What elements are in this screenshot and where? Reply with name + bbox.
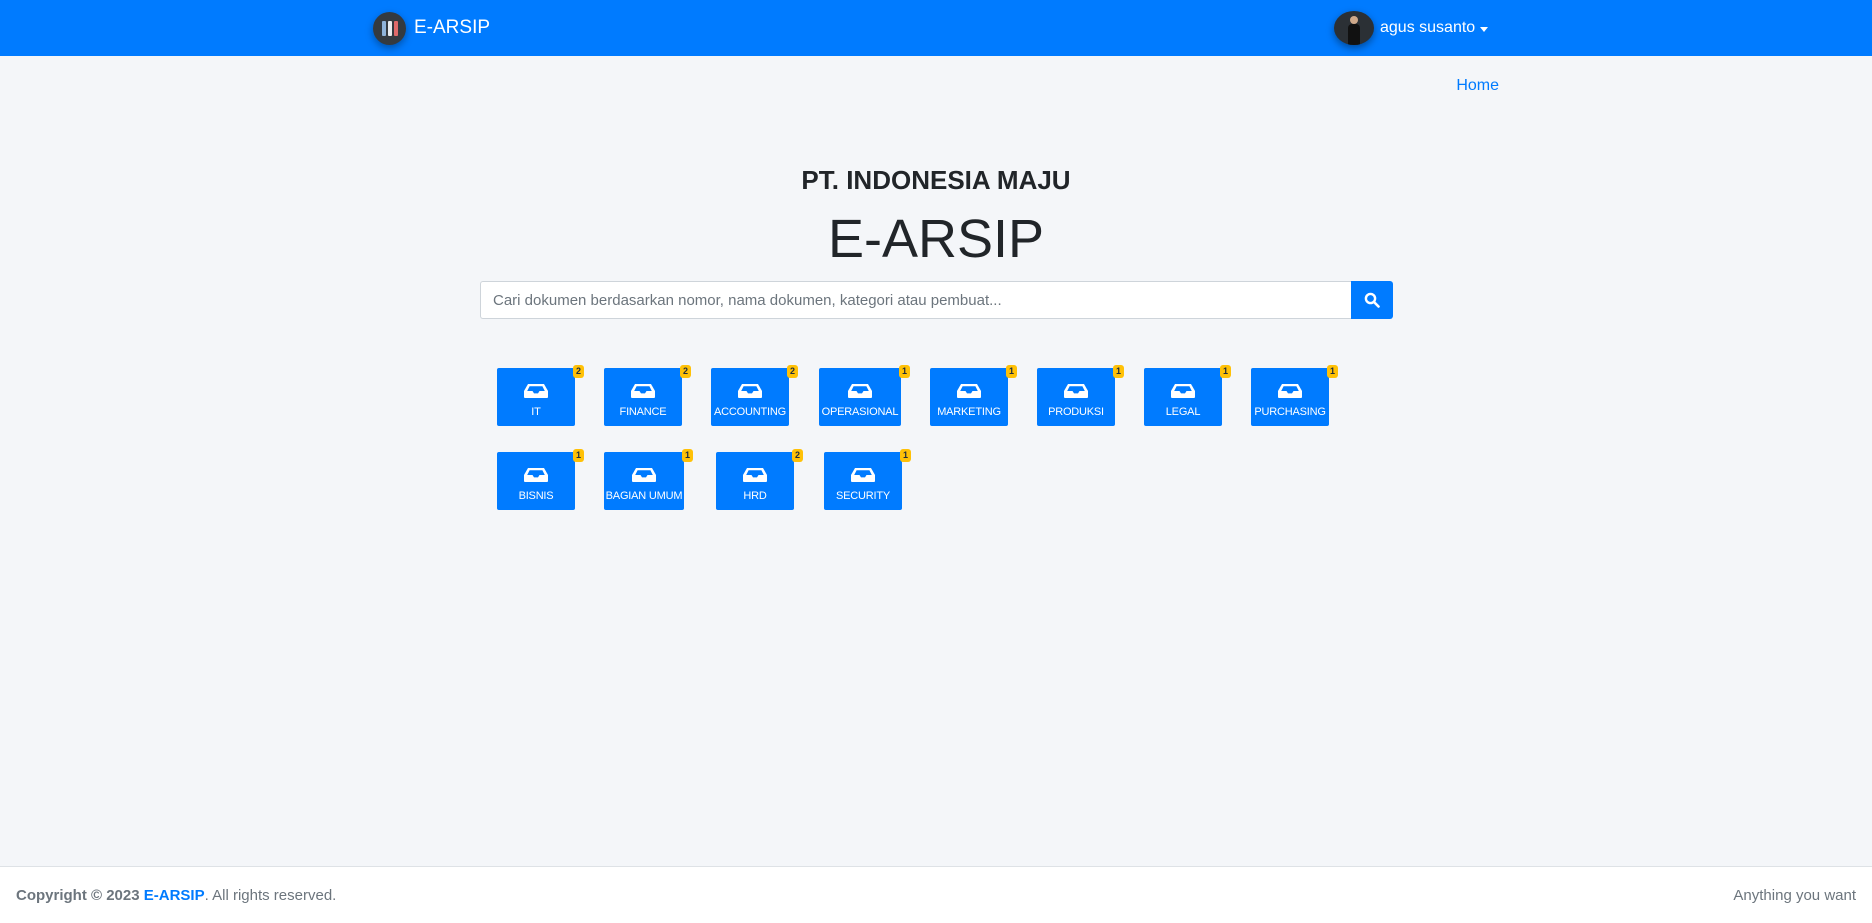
inbox-tray-icon (957, 384, 981, 398)
footer: Copyright © 2023 E-ARSIP. All rights res… (0, 866, 1872, 923)
count-badge: 2 (792, 449, 803, 462)
category-tile[interactable]: BAGIAN UMUM 1 (604, 449, 693, 510)
search-form (480, 281, 1393, 319)
caret-down-icon (1480, 26, 1489, 32)
category-tile[interactable]: PURCHASING 1 (1251, 365, 1338, 426)
category-label: HRD (743, 490, 767, 502)
category-tile[interactable]: OPERASIONAL 1 (819, 365, 910, 426)
search-input[interactable] (480, 281, 1351, 319)
count-badge: 2 (573, 365, 584, 378)
count-badge: 1 (1006, 365, 1017, 378)
count-badge: 1 (900, 449, 911, 462)
category-tile[interactable]: BISNIS 1 (497, 449, 584, 510)
category-label: BISNIS (518, 490, 554, 502)
category-label: BAGIAN UMUM (605, 490, 683, 502)
footer-brand-link[interactable]: E-ARSIP (144, 887, 205, 904)
archive-logo-icon (373, 11, 406, 45)
category-label: MARKETING (937, 406, 1001, 418)
inbox-tray-icon (524, 384, 548, 398)
count-badge: 1 (1327, 365, 1338, 378)
category-tile[interactable]: PRODUKSI 1 (1037, 365, 1124, 426)
inbox-tray-icon (738, 384, 762, 398)
category-label: PRODUKSI (1048, 406, 1104, 418)
count-badge: 2 (787, 365, 798, 378)
page-title: E-ARSIP (827, 209, 1045, 269)
count-badge: 2 (680, 365, 691, 378)
count-badge: 1 (1220, 365, 1231, 378)
search-button[interactable] (1351, 281, 1393, 319)
inbox-tray-icon (848, 384, 872, 398)
count-badge: 1 (682, 449, 693, 462)
brand-text: E-ARSIP (414, 17, 491, 38)
breadcrumb-home[interactable]: Home (1456, 77, 1499, 95)
category-label: ACCOUNTING (714, 406, 786, 418)
count-badge: 1 (1113, 365, 1124, 378)
category-tile[interactable]: FINANCE 2 (604, 365, 691, 426)
inbox-tray-icon (743, 468, 767, 482)
category-tile[interactable]: MARKETING 1 (930, 365, 1017, 426)
copyright-prefix: Copyright © 2023 (16, 887, 140, 904)
top-navbar: E-ARSIP agus susanto (0, 0, 1872, 56)
count-badge: 1 (899, 365, 910, 378)
brand-link[interactable]: E-ARSIP (373, 9, 490, 47)
category-tile[interactable]: LEGAL 1 (1144, 365, 1231, 426)
inbox-tray-icon (631, 384, 655, 398)
category-tile[interactable]: IT 2 (497, 365, 584, 426)
search-icon (1364, 292, 1380, 308)
inbox-tray-icon (851, 468, 875, 482)
category-label: SECURITY (835, 490, 891, 502)
user-menu-toggle[interactable]: agus susanto (1334, 9, 1489, 47)
inbox-tray-icon (1064, 384, 1088, 398)
company-name: PT. INDONESIA MAJU (801, 165, 1071, 195)
inbox-tray-icon (632, 468, 656, 482)
avatar (1334, 11, 1374, 45)
inbox-tray-icon (524, 468, 548, 482)
category-label: PURCHASING (1254, 406, 1326, 418)
category-tile[interactable]: SECURITY 1 (824, 449, 911, 510)
copyright-suffix: . All rights reserved. (204, 887, 337, 904)
category-label: LEGAL (1165, 406, 1201, 418)
category-label: OPERASIONAL (821, 406, 899, 418)
footer-tagline: Anything you want (1733, 887, 1856, 904)
inbox-tray-icon (1171, 384, 1195, 398)
category-tile[interactable]: HRD 2 (716, 449, 803, 510)
copyright-text: Copyright © 2023 E-ARSIP. All rights res… (16, 887, 336, 904)
category-label: FINANCE (619, 406, 667, 418)
category-label: IT (531, 406, 541, 418)
inbox-tray-icon (1278, 384, 1302, 398)
user-name: agus susanto (1380, 19, 1476, 36)
count-badge: 1 (573, 449, 584, 462)
category-tile[interactable]: ACCOUNTING 2 (711, 365, 798, 426)
